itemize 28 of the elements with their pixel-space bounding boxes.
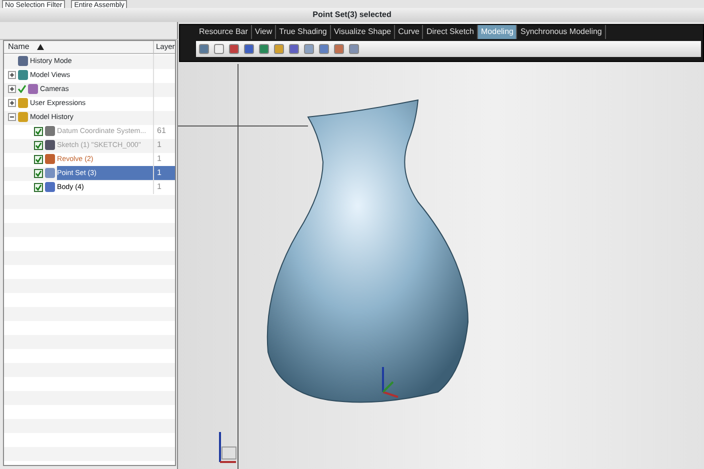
node-icon <box>18 70 28 80</box>
checkbox[interactable] <box>34 168 43 178</box>
expand-icon[interactable] <box>8 99 16 107</box>
layer-cell: 61 <box>157 126 166 135</box>
layer-cell: 1 <box>157 154 162 163</box>
checkbox[interactable] <box>34 182 43 192</box>
node-icon <box>18 56 28 66</box>
expand-icon[interactable] <box>8 71 16 79</box>
ribbon-tab[interactable]: Synchronous Modeling <box>517 25 606 39</box>
layer-cell: 1 <box>157 182 162 191</box>
checkbox[interactable] <box>34 154 43 164</box>
layer-cell: 1 <box>157 140 162 149</box>
column-header[interactable]: Name <box>8 42 30 51</box>
checkbox[interactable] <box>34 140 43 150</box>
sort-arrow-icon[interactable] <box>37 44 44 50</box>
ribbon-tab[interactable]: True Shading <box>276 25 331 39</box>
ribbon-tab[interactable]: View <box>252 25 276 39</box>
ribbon-tab[interactable]: Visualize Shape <box>330 25 396 39</box>
node-icon <box>28 84 38 94</box>
window-title: Point Set(3) selected <box>312 10 392 19</box>
layer-cell: 1 <box>157 168 162 177</box>
checkbox[interactable] <box>34 126 43 136</box>
axis-triad-icon <box>382 367 398 398</box>
expand-icon[interactable] <box>8 85 16 93</box>
ribbon-tab[interactable]: Resource Bar <box>196 25 252 39</box>
axis-triad-icon <box>219 432 236 463</box>
collapse-icon[interactable] <box>8 113 16 121</box>
ribbon-tab[interactable]: Curve <box>395 25 424 39</box>
